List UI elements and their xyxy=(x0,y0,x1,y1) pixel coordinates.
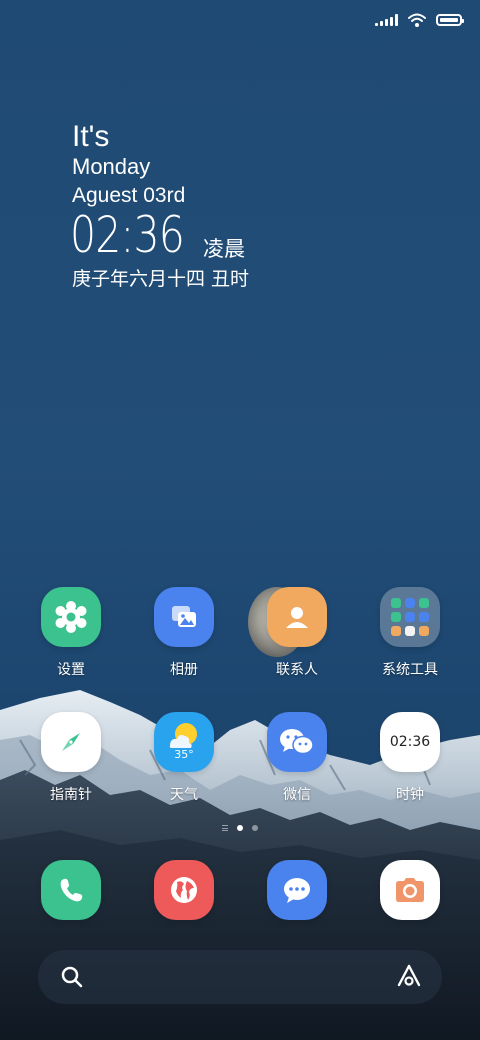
dock-phone[interactable] xyxy=(21,860,121,920)
clock-icon: 02:36 xyxy=(380,712,440,772)
message-icon xyxy=(267,860,327,920)
widget-period: 凌晨 xyxy=(203,237,245,261)
app-label-weather: 天气 xyxy=(170,787,198,803)
wifi-icon xyxy=(408,13,426,27)
search-bar[interactable] xyxy=(38,950,442,1004)
app-wechat[interactable]: 微信 xyxy=(247,712,347,804)
app-label-clock: 时钟 xyxy=(396,787,424,803)
phone-icon xyxy=(41,860,101,920)
app-clock[interactable]: 02:36 时钟 xyxy=(360,712,460,804)
widget-line-its: It's xyxy=(72,120,110,153)
app-label-compass: 指南针 xyxy=(50,787,92,803)
dock-camera[interactable] xyxy=(360,860,460,920)
page-dot xyxy=(252,825,258,831)
gallery-icon xyxy=(154,587,214,647)
wechat-icon xyxy=(267,712,327,772)
gear-icon xyxy=(41,587,101,647)
widget-day: Monday xyxy=(72,154,151,179)
page-dot-active xyxy=(237,825,243,831)
app-label-wechat: 微信 xyxy=(283,787,311,803)
app-label-gallery: 相册 xyxy=(170,662,198,678)
page-list-icon xyxy=(222,825,228,831)
globe-icon xyxy=(154,860,214,920)
app-weather[interactable]: 35° 天气 xyxy=(134,712,234,804)
dock-messages[interactable] xyxy=(247,860,347,920)
status-bar xyxy=(375,10,464,30)
app-label-settings: 设置 xyxy=(57,662,85,678)
app-label-contacts: 联系人 xyxy=(276,662,318,678)
signal-icon xyxy=(375,14,398,26)
page-indicator[interactable] xyxy=(0,825,480,831)
compass-icon xyxy=(41,712,101,772)
weather-temp: 35° xyxy=(174,747,194,761)
dock-browser[interactable] xyxy=(134,860,234,920)
app-label-system-tools: 系统工具 xyxy=(382,662,438,678)
app-settings[interactable]: 设置 xyxy=(21,587,121,679)
widget-date: Aguest 03rd xyxy=(72,184,186,207)
camera-icon xyxy=(380,860,440,920)
app-contacts[interactable]: 联系人 xyxy=(247,587,347,679)
assistant-icon[interactable] xyxy=(396,963,422,989)
clock-icon-time: 02:36 xyxy=(389,734,431,750)
app-folder-system-tools[interactable]: 系统工具 xyxy=(360,587,460,679)
app-compass[interactable]: 指南针 xyxy=(21,712,121,804)
weather-icon: 35° xyxy=(154,712,214,772)
search-icon[interactable] xyxy=(60,965,84,989)
app-gallery[interactable]: 相册 xyxy=(134,587,234,679)
widget-lunar-date: 庚子年六月十四 丑时 xyxy=(72,268,250,290)
widget-time: 02:36 xyxy=(70,206,185,264)
contact-icon xyxy=(267,587,327,647)
folder-icon xyxy=(380,587,440,647)
battery-icon xyxy=(436,14,464,26)
